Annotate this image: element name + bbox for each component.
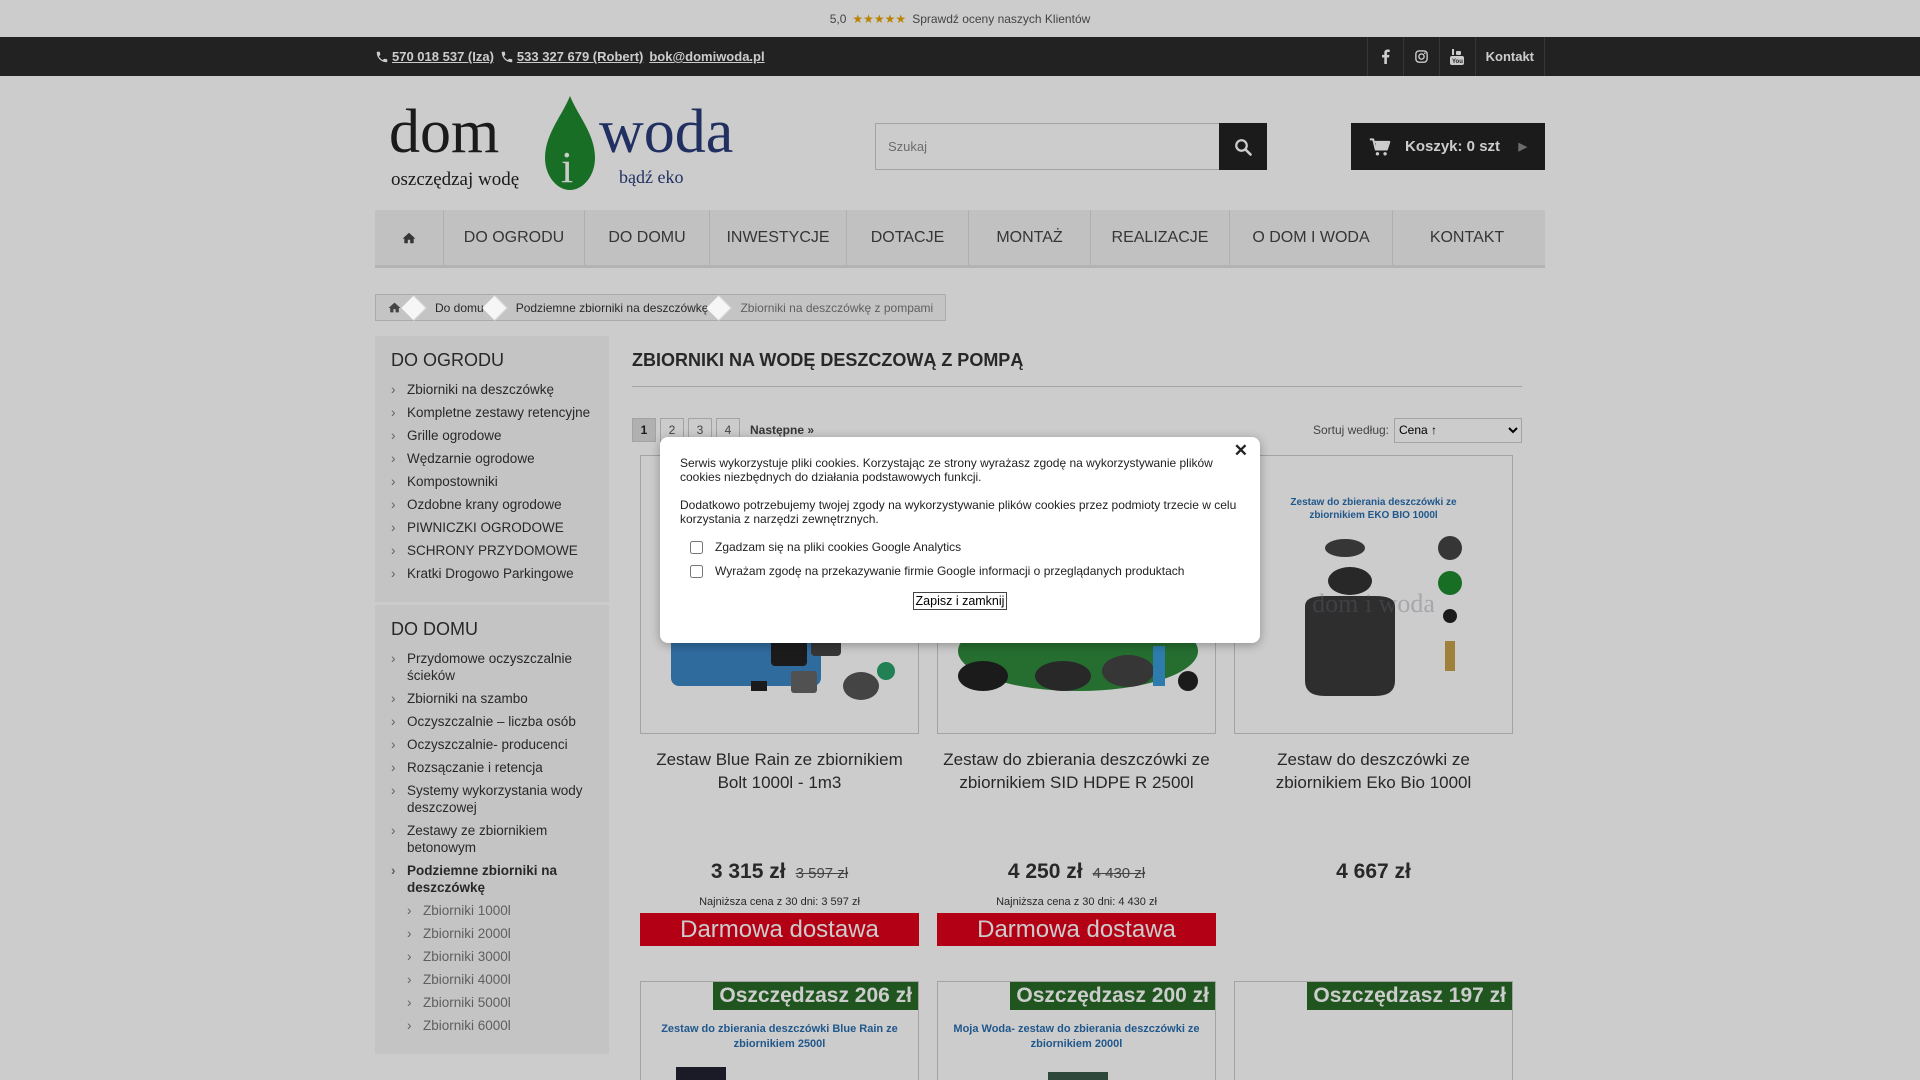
google-label: Wyrażam zgodę na przekazywanie firmie Go… xyxy=(715,564,1185,578)
save-and-close-button[interactable]: Zapisz i zamknij xyxy=(912,592,1008,610)
cookie-consent-dialog: ✕ Serwis wykorzystuje pliki cookies. Kor… xyxy=(660,437,1260,643)
cookie-option-google[interactable]: Wyrażam zgodę na przekazywanie firmie Go… xyxy=(680,564,1240,578)
analytics-label: Zgadzam się na pliki cookies Google Anal… xyxy=(715,540,962,554)
google-checkbox[interactable] xyxy=(690,564,703,578)
cookie-option-analytics[interactable]: Zgadzam się na pliki cookies Google Anal… xyxy=(680,540,1240,554)
cookie-text-1: Serwis wykorzystuje pliki cookies. Korzy… xyxy=(680,456,1213,484)
modal-overlay: ✕ Serwis wykorzystuje pliki cookies. Kor… xyxy=(0,0,1920,1080)
analytics-checkbox[interactable] xyxy=(690,540,703,554)
close-icon[interactable]: ✕ xyxy=(1234,441,1248,461)
cookie-text-2: Dodatkowo potrzebujemy twojej zgody na w… xyxy=(680,498,1237,526)
